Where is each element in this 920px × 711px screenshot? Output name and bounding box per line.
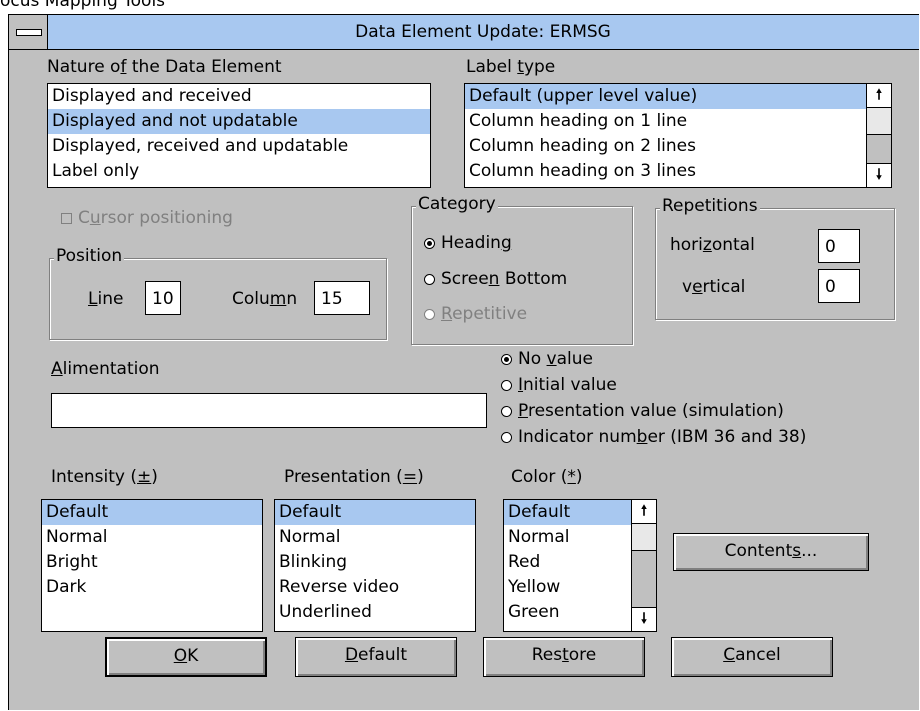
color-item[interactable]: Normal xyxy=(504,525,631,550)
presentation-item[interactable]: Reverse video xyxy=(275,575,475,600)
vertical-input[interactable]: 0 xyxy=(818,269,860,303)
nature-list[interactable]: Displayed and received Displayed and not… xyxy=(47,83,431,188)
line-input[interactable]: 10 xyxy=(145,281,181,315)
no-value-radio[interactable]: No value xyxy=(501,349,593,369)
intensity-item[interactable]: Dark xyxy=(42,575,262,600)
intensity-item-selected[interactable]: Default xyxy=(42,500,262,525)
category-heading-radio[interactable]: Heading xyxy=(424,233,512,253)
category-group-title: Category xyxy=(416,194,498,214)
color-item[interactable]: Yellow xyxy=(504,575,631,600)
scroll-thumb[interactable] xyxy=(632,523,656,551)
repetitions-group-title: Repetitions xyxy=(660,196,760,216)
radio-icon xyxy=(501,406,512,417)
color-item[interactable]: Red xyxy=(504,550,631,575)
label-type-item-selected[interactable]: Default (upper level value) xyxy=(465,84,866,109)
cancel-button[interactable]: Cancel xyxy=(671,637,833,677)
data-element-update-dialog: Data Element Update: ERMSG Nature of the… xyxy=(8,14,919,710)
category-group: Category Heading Screen Bottom Repetitiv… xyxy=(411,194,633,345)
title-bar: Data Element Update: ERMSG xyxy=(9,15,919,50)
presentation-label: Presentation (=) xyxy=(284,467,424,487)
presentation-value-radio[interactable]: Presentation value (simulation) xyxy=(501,401,784,421)
nature-item[interactable]: Label only xyxy=(48,159,430,184)
label-type-item[interactable]: Column heading on 3 lines xyxy=(465,159,866,184)
color-label: Color (*) xyxy=(511,467,583,487)
label-type-item[interactable]: Column heading on 1 line xyxy=(465,109,866,134)
category-repetitive-radio[interactable]: Repetitive xyxy=(424,304,527,324)
line-label: Line xyxy=(88,289,124,309)
intensity-item[interactable]: Bright xyxy=(42,550,262,575)
label-type-scrollbar[interactable]: 🠕 🠗 xyxy=(866,84,891,187)
vertical-label: vertical xyxy=(682,277,746,297)
contents-button[interactable]: Contents... xyxy=(673,533,869,571)
presentation-item[interactable]: Underlined xyxy=(275,600,475,625)
column-input[interactable]: 15 xyxy=(314,281,370,315)
position-group-title: Position xyxy=(54,246,125,266)
radio-icon xyxy=(424,274,435,285)
initial-value-radio[interactable]: Initial value xyxy=(501,375,617,395)
nature-item[interactable]: Displayed, received and updatable xyxy=(48,134,430,159)
system-menu-icon xyxy=(16,29,42,36)
intensity-label: Intensity (±) xyxy=(51,467,158,487)
repetitions-group: Repetitions horizontal 0 vertical 0 xyxy=(655,196,895,320)
presentation-item[interactable]: Blinking xyxy=(275,550,475,575)
color-item-selected[interactable]: Default xyxy=(504,500,631,525)
horizontal-input[interactable]: 0 xyxy=(818,229,860,263)
intensity-list[interactable]: Default Normal Bright Dark xyxy=(41,499,263,632)
radio-icon xyxy=(424,309,435,320)
intensity-item[interactable]: Normal xyxy=(42,525,262,550)
scroll-down-arrow-icon[interactable]: 🠗 xyxy=(867,163,891,187)
scroll-down-arrow-icon[interactable]: 🠗 xyxy=(632,607,656,631)
scroll-up-arrow-icon[interactable]: 🠕 xyxy=(867,84,891,108)
horizontal-label: horizontal xyxy=(670,235,755,255)
dialog-title: Data Element Update: ERMSG xyxy=(355,22,611,42)
presentation-list[interactable]: Default Normal Blinking Reverse video Un… xyxy=(274,499,476,632)
radio-icon xyxy=(501,432,512,443)
scroll-thumb[interactable] xyxy=(867,107,891,135)
alimentation-input[interactable] xyxy=(51,393,487,428)
position-group: Position Line 10 Column 15 xyxy=(49,246,387,340)
label-type-item[interactable]: Column heading on 2 lines xyxy=(465,134,866,159)
nature-item[interactable]: Displayed and received xyxy=(48,84,430,109)
alimentation-label: Alimentation xyxy=(51,359,160,379)
cursor-positioning-checkbox[interactable]: Cursor positioning xyxy=(61,208,233,228)
indicator-number-radio[interactable]: Indicator number (IBM 36 and 38) xyxy=(501,427,806,447)
restore-button[interactable]: Restore xyxy=(483,637,645,677)
color-scrollbar[interactable]: 🠕 🠗 xyxy=(631,500,656,631)
radio-selected-icon xyxy=(424,238,435,249)
ok-button[interactable]: OK xyxy=(105,637,267,677)
radio-icon xyxy=(501,380,512,391)
nature-label: Nature of the Data Element xyxy=(47,57,282,77)
color-list[interactable]: Default Normal Red Yellow Green 🠕 🠗 xyxy=(503,499,657,632)
label-type-list[interactable]: Default (upper level value) Column headi… xyxy=(464,83,892,188)
category-screen-bottom-radio[interactable]: Screen Bottom xyxy=(424,269,567,289)
scroll-up-arrow-icon[interactable]: 🠕 xyxy=(632,500,656,524)
checkbox-icon xyxy=(61,213,72,224)
nature-item-selected[interactable]: Displayed and not updatable xyxy=(48,109,430,134)
color-item[interactable]: Green xyxy=(504,600,631,625)
label-type-label: Label type xyxy=(466,57,556,77)
default-button[interactable]: Default xyxy=(295,637,457,677)
system-menu-button[interactable] xyxy=(9,15,48,49)
presentation-item-selected[interactable]: Default xyxy=(275,500,475,525)
presentation-item[interactable]: Normal xyxy=(275,525,475,550)
column-label: Column xyxy=(232,289,298,309)
radio-selected-icon xyxy=(501,354,512,365)
parent-window-title: ocus Mapping Tools xyxy=(0,0,166,11)
